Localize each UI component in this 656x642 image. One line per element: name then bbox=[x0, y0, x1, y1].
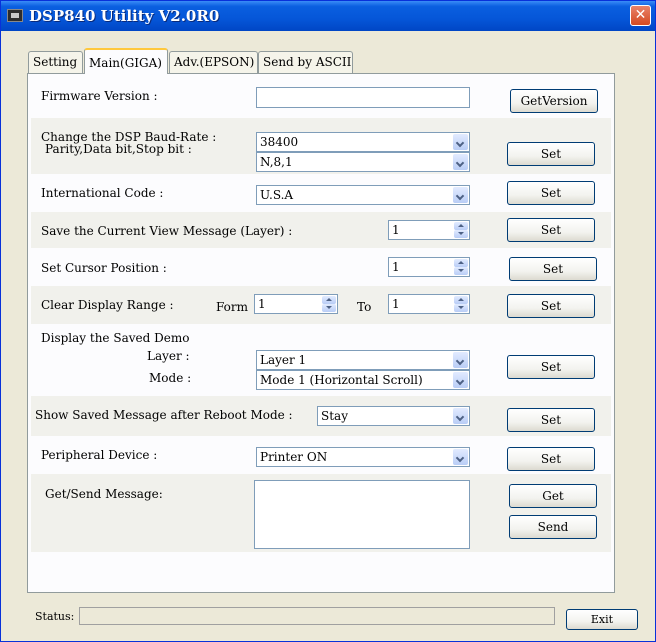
chevron-down-icon[interactable] bbox=[453, 352, 468, 368]
peripheral-select[interactable]: Printer ON bbox=[256, 447, 470, 467]
clear-range-label: Clear Display Range : bbox=[41, 298, 174, 312]
app-window: DSP840 Utility V2.0R0 ✕ Setting Main(GIG… bbox=[0, 0, 656, 642]
clear-from-value: 1 bbox=[258, 297, 266, 311]
window-title: DSP840 Utility V2.0R0 bbox=[29, 7, 220, 25]
cursor-set-button[interactable]: Set bbox=[509, 257, 597, 281]
clear-set-button[interactable]: Set bbox=[507, 294, 595, 318]
intl-code-value: U.S.A bbox=[260, 188, 294, 202]
chevron-down-icon[interactable] bbox=[453, 154, 468, 170]
peripheral-row: Peripheral Device : Printer ON Set bbox=[31, 437, 611, 473]
save-view-layer-value: 1 bbox=[392, 223, 400, 237]
spin-up-icon[interactable] bbox=[454, 259, 468, 267]
reboot-set-button[interactable]: Set bbox=[507, 408, 595, 432]
layer-label: Layer : bbox=[147, 349, 190, 363]
mode-label: Mode : bbox=[149, 371, 192, 385]
cursor-label: Set Cursor Position : bbox=[41, 261, 167, 275]
intl-code-label: International Code : bbox=[41, 186, 164, 200]
demo-mode-select[interactable]: Mode 1 (Horizontal Scroll) bbox=[256, 370, 470, 390]
saved-demo-row: Display the Saved Demo Layer : Mode : La… bbox=[31, 325, 611, 395]
reboot-mode-label: Show Saved Message after Reboot Mode : bbox=[35, 408, 293, 422]
baud-row: Change the DSP Baud-Rate : Parity,Data b… bbox=[31, 118, 611, 174]
peripheral-label: Peripheral Device : bbox=[41, 448, 158, 462]
message-row: Get/Send Message: Get Send bbox=[31, 474, 611, 552]
spin-down-icon[interactable] bbox=[454, 304, 468, 312]
save-view-layer-spinner[interactable]: 1 bbox=[388, 220, 470, 240]
baud-rate-value: 38400 bbox=[260, 135, 299, 149]
app-icon bbox=[7, 9, 23, 22]
title-bar[interactable]: DSP840 Utility V2.0R0 ✕ bbox=[1, 1, 655, 31]
demo-mode-value: Mode 1 (Horizontal Scroll) bbox=[260, 373, 423, 387]
demo-layer-select[interactable]: Layer 1 bbox=[256, 350, 470, 370]
chevron-down-icon[interactable] bbox=[453, 449, 468, 465]
parity-select[interactable]: N,8,1 bbox=[256, 152, 470, 172]
get-message-button[interactable]: Get bbox=[509, 484, 597, 508]
parity-value: N,8,1 bbox=[260, 155, 293, 169]
baud-set-button[interactable]: Set bbox=[507, 142, 595, 166]
intl-code-row: International Code : U.S.A Set bbox=[31, 175, 611, 211]
message-textarea[interactable] bbox=[254, 480, 470, 549]
spin-up-icon[interactable] bbox=[322, 296, 336, 304]
status-label: Status: bbox=[35, 610, 75, 623]
chevron-down-icon[interactable] bbox=[453, 187, 468, 203]
tab-adv-epson[interactable]: Adv.(EPSON) bbox=[169, 51, 258, 73]
clear-range-row: Clear Display Range : Form 1 To 1 Set bbox=[31, 286, 611, 324]
cursor-position-spinner[interactable]: 1 bbox=[388, 257, 470, 277]
tab-main-giga[interactable]: Main(GIGA) bbox=[84, 48, 168, 74]
clear-to-spinner[interactable]: 1 bbox=[388, 294, 470, 314]
save-view-set-button[interactable]: Set bbox=[507, 218, 595, 242]
save-view-row: Save the Current View Message (Layer) : … bbox=[31, 212, 611, 248]
spin-down-icon[interactable] bbox=[322, 304, 336, 312]
demo-set-button[interactable]: Set bbox=[507, 355, 595, 379]
message-label: Get/Send Message: bbox=[45, 487, 163, 501]
reboot-mode-value: Stay bbox=[321, 409, 348, 423]
cursor-position-value: 1 bbox=[392, 260, 400, 274]
form-label: Form bbox=[216, 300, 249, 314]
chevron-down-icon[interactable] bbox=[453, 408, 468, 424]
close-button[interactable]: ✕ bbox=[630, 5, 651, 26]
chevron-down-icon[interactable] bbox=[453, 134, 468, 150]
cursor-row: Set Cursor Position : 1 Set bbox=[31, 249, 611, 285]
spin-down-icon[interactable] bbox=[454, 230, 468, 238]
firmware-label: Firmware Version : bbox=[41, 89, 158, 103]
intl-set-button[interactable]: Set bbox=[507, 181, 595, 205]
get-version-button[interactable]: GetVersion bbox=[510, 89, 598, 113]
intl-code-select[interactable]: U.S.A bbox=[256, 185, 470, 205]
save-view-label: Save the Current View Message (Layer) : bbox=[41, 224, 293, 238]
spin-up-icon[interactable] bbox=[454, 296, 468, 304]
clear-to-value: 1 bbox=[392, 297, 400, 311]
reboot-mode-select[interactable]: Stay bbox=[317, 406, 470, 426]
spin-down-icon[interactable] bbox=[454, 267, 468, 275]
spin-up-icon[interactable] bbox=[454, 222, 468, 230]
to-label: To bbox=[357, 300, 372, 314]
peripheral-value: Printer ON bbox=[260, 450, 328, 464]
saved-demo-label: Display the Saved Demo bbox=[41, 331, 190, 345]
firmware-version-field[interactable] bbox=[256, 87, 470, 108]
send-message-button[interactable]: Send bbox=[509, 515, 597, 539]
exit-button[interactable]: Exit bbox=[566, 609, 638, 630]
demo-layer-value: Layer 1 bbox=[260, 353, 307, 367]
peripheral-set-button[interactable]: Set bbox=[507, 447, 595, 471]
tab-send-by-ascii[interactable]: Send by ASCII bbox=[258, 51, 353, 73]
tab-setting[interactable]: Setting bbox=[28, 51, 83, 73]
parity-label: Parity,Data bit,Stop bit : bbox=[45, 142, 192, 156]
status-field bbox=[79, 607, 555, 625]
baud-rate-select[interactable]: 38400 bbox=[256, 132, 470, 152]
firmware-row: Firmware Version : GetVersion bbox=[31, 79, 611, 117]
clear-from-spinner[interactable]: 1 bbox=[254, 294, 338, 314]
reboot-mode-row: Show Saved Message after Reboot Mode : S… bbox=[31, 396, 611, 436]
chevron-down-icon[interactable] bbox=[453, 372, 468, 388]
